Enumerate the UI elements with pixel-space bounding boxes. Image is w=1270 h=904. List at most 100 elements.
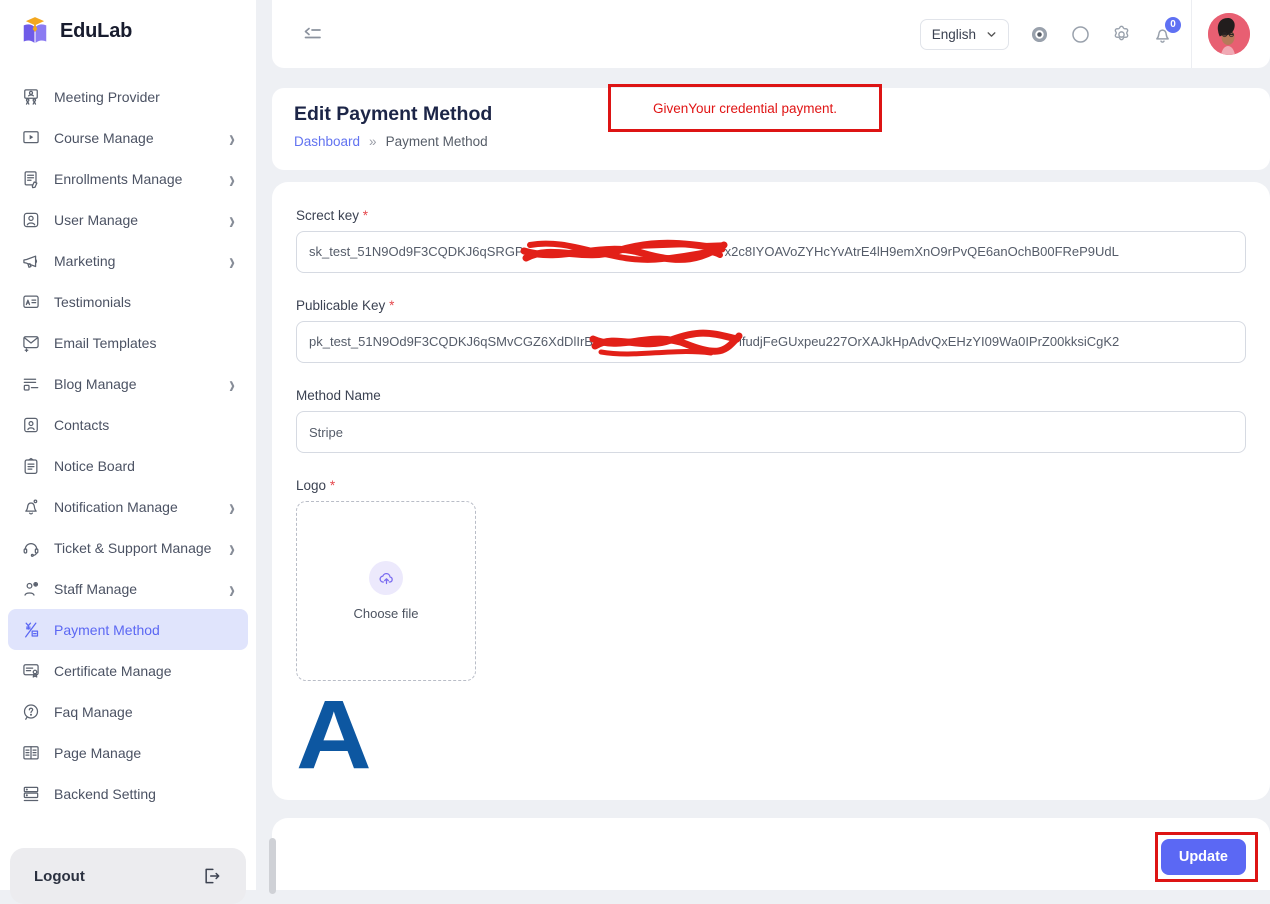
sidebar-item-user-manage[interactable]: User Manage› [8,199,248,240]
sidebar-item-label: Staff Manage [54,581,137,597]
sidebar-item-marketing[interactable]: Marketing› [8,240,248,281]
backend-setting-icon [21,784,41,804]
breadcrumb-current: Payment Method [386,134,488,149]
sidebar-item-label: Notice Board [54,458,135,474]
payment-method-icon [21,620,41,640]
publishable-key-visible-start: pk_test_51N9Od9F3CQDKJ6qSMvCGZ6XdDlIrB [309,334,593,349]
sidebar-item-label: Course Manage [54,130,154,146]
brand-logo[interactable]: EduLab [0,0,256,46]
user-manage-icon [21,210,41,230]
annotation-box-note: GivenYour credential payment. [608,84,882,132]
sidebar-collapse-icon[interactable] [302,23,324,45]
required-asterisk: * [363,208,368,223]
secret-key-visible-start: sk_test_51N9Od9F3CQDKJ6qSRGP [309,244,524,259]
notification-bell-icon[interactable]: 0 [1152,24,1173,45]
top-header-bar: English [272,0,1270,68]
certificate-manage-icon [21,661,41,681]
sidebar-item-meeting-provider[interactable]: Meeting Provider [8,76,248,117]
logo-upload-dropzone[interactable]: Choose file [296,501,476,681]
meeting-provider-icon [21,87,41,107]
sidebar-item-page-manage[interactable]: Page Manage [8,732,248,773]
publishable-key-field: Publicable Key * pk_test_51N9Od9F3CQDKJ6… [296,298,1246,363]
chevron-right-icon: › [229,371,235,396]
notification-count-badge: 0 [1165,17,1181,33]
sidebar-item-email-templates[interactable]: Email Templates [8,322,248,363]
sidebar-menu: Meeting ProviderCourse Manage›Enrollment… [0,76,256,814]
sidebar-item-backend-setting[interactable]: Backend Setting [8,773,248,814]
logout-button[interactable]: Logout [10,848,246,904]
annotation-box-update [1155,832,1258,882]
breadcrumb-separator: » [369,134,377,149]
required-asterisk: * [389,298,394,313]
chevron-right-icon: › [229,494,235,519]
header-divider [1191,0,1192,68]
chevron-right-icon: › [229,535,235,560]
sidebar: EduLab Meeting ProviderCourse Manage›Enr… [0,0,256,890]
sidebar-item-blog-manage[interactable]: Blog Manage › [8,363,248,404]
chevron-right-icon: › [229,125,235,150]
sidebar-item-label: Faq Manage [54,704,133,720]
dark-mode-moon-icon[interactable] [1070,24,1091,45]
logo-label: Logo * [296,478,1246,493]
sidebar-item-payment-method[interactable]: Payment Method [8,609,248,650]
language-select[interactable]: English [920,19,1009,50]
payment-method-form-card: Screct key * sk_test_51N9Od9F3CQDKJ6qSRG… [272,182,1270,800]
publishable-key-label: Publicable Key * [296,298,1246,313]
logout-label: Logout [34,868,85,885]
current-logo-image: A [296,697,372,773]
breadcrumb-dashboard-link[interactable]: Dashboard [294,134,360,149]
chevron-down-icon [986,29,997,40]
secret-key-input[interactable]: sk_test_51N9Od9F3CQDKJ6qSRGP x2c8IYOAVoZ… [296,231,1246,273]
sidebar-item-label: Payment Method [54,622,160,638]
sidebar-item-label: Email Templates [54,335,156,351]
sidebar-item-certificate-manage[interactable]: Certificate Manage [8,650,248,691]
sidebar-item-label: Page Manage [54,745,141,761]
secret-key-field: Screct key * sk_test_51N9Od9F3CQDKJ6qSRG… [296,208,1246,273]
method-name-field: Method Name [296,388,1246,453]
sidebar-item-faq-manage[interactable]: Faq Manage [8,691,248,732]
sidebar-item-ticket-support-manage[interactable]: Ticket & Support Manage › [8,527,248,568]
secret-key-label: Screct key * [296,208,1246,223]
sidebar-item-label: User Manage [54,212,138,228]
blog-manage-icon [21,374,41,394]
form-actions-card: Update [272,818,1270,890]
sidebar-item-label: Backend Setting [54,786,156,802]
sidebar-item-label: Enrollments Manage [54,171,182,187]
edulab-logo-icon [20,16,50,46]
sidebar-item-label: Meeting Provider [54,89,160,105]
publishable-key-visible-end: lfudjFeGUxpeu227OrXAJkHpAdvQxEHzYI09Wa0I… [739,334,1119,349]
testimonials-icon [21,292,41,312]
logout-icon [202,866,222,886]
settings-gear-icon[interactable] [1111,24,1132,45]
vertical-scrollbar-thumb[interactable] [269,838,276,894]
choose-file-label: Choose file [353,606,418,621]
user-avatar[interactable] [1208,13,1250,55]
annotation-note-text: GivenYour credential payment. [653,101,837,116]
staff-manage-icon [21,579,41,599]
sidebar-item-label: Ticket & Support Manage [54,540,211,556]
required-asterisk: * [330,478,335,493]
redaction-scribble [522,234,727,272]
chevron-right-icon: › [229,166,235,191]
sidebar-item-notification-manage[interactable]: Notification Manage › [8,486,248,527]
marketing-icon [21,251,41,271]
sidebar-item-contacts[interactable]: Contacts [8,404,248,445]
email-templates-icon [21,333,41,353]
redaction-scribble [591,324,741,362]
breadcrumb: Dashboard » Payment Method [294,134,1270,149]
visibility-eye-icon[interactable] [1029,24,1050,45]
sidebar-item-label: Blog Manage [54,376,137,392]
faq-manage-icon [21,702,41,722]
method-name-input[interactable] [296,411,1246,453]
sidebar-item-label: Contacts [54,417,109,433]
sidebar-item-notice-board[interactable]: Notice Board [8,445,248,486]
sidebar-item-course-manage[interactable]: Course Manage › [8,117,248,158]
publishable-key-input[interactable]: pk_test_51N9Od9F3CQDKJ6qSMvCGZ6XdDlIrB l… [296,321,1246,363]
cloud-upload-icon [369,561,403,595]
sidebar-item-enrollments-manage[interactable]: Enrollments Manage › [8,158,248,199]
notification-manage-icon [21,497,41,517]
logo-field: Logo * Choose file A [296,478,1246,773]
sidebar-item-staff-manage[interactable]: Staff Manage› [8,568,248,609]
sidebar-item-label: Notification Manage [54,499,178,515]
sidebar-item-testimonials[interactable]: Testimonials [8,281,248,322]
